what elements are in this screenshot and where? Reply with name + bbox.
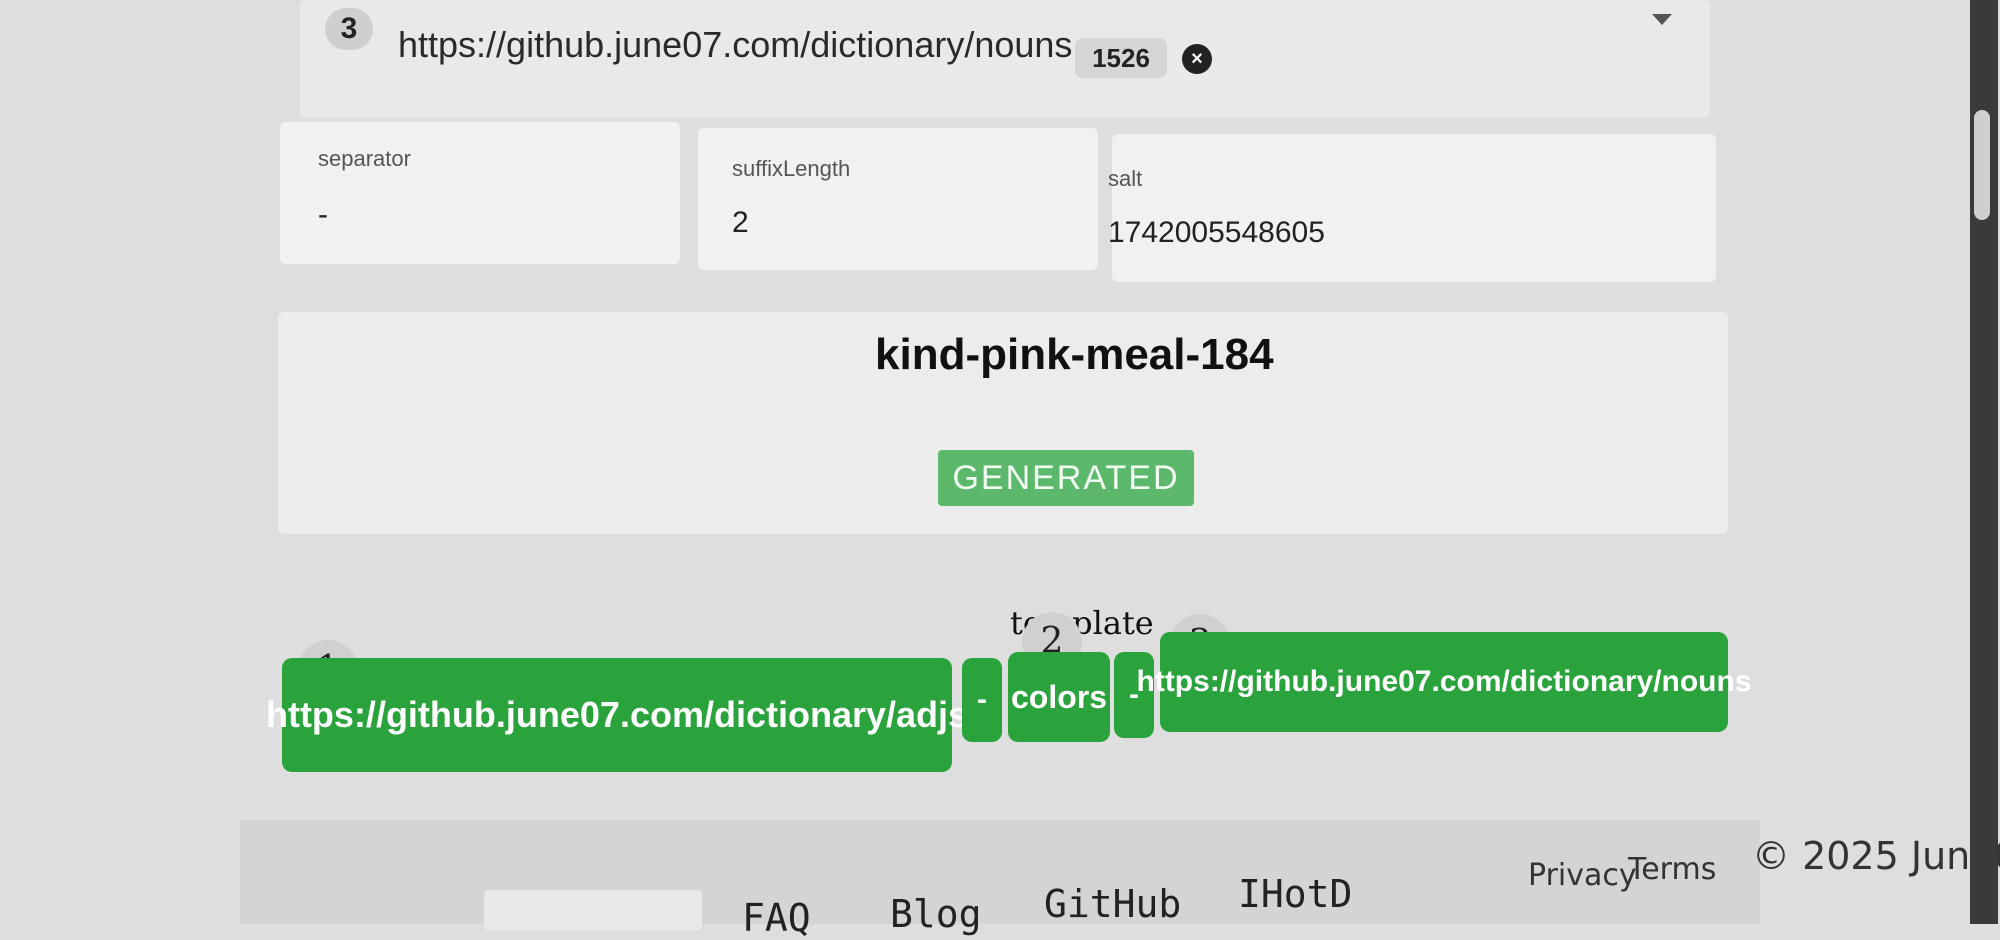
footer-link-terms[interactable]: Terms: [1628, 852, 1716, 887]
template-chip-adjs[interactable]: https://github.june07.com/dictionary/adj…: [266, 658, 968, 772]
footer-link-faq[interactable]: FAQ: [742, 896, 811, 940]
salt-field[interactable]: [1112, 134, 1716, 282]
footer-link-github[interactable]: GitHub: [1044, 882, 1181, 926]
footer-link-privacy[interactable]: Privacy: [1528, 858, 1637, 893]
chevron-down-icon[interactable]: [1652, 14, 1672, 25]
template-chip-colors[interactable]: colors: [1008, 652, 1110, 742]
template-separator-1[interactable]: -: [962, 658, 1002, 742]
suffix-length-value[interactable]: 2: [732, 206, 749, 240]
generated-word: kind-pink-meal-184: [875, 330, 1274, 379]
scrollbar-thumb[interactable]: [1974, 110, 1990, 220]
separator-value[interactable]: -: [318, 198, 328, 232]
word-count-badge: 1526: [1075, 38, 1167, 78]
footer-link-blog[interactable]: Blog: [890, 892, 982, 936]
salt-value[interactable]: 1742005548605: [1108, 216, 1325, 250]
separator-field[interactable]: [280, 122, 680, 264]
suffix-length-field[interactable]: [698, 128, 1098, 270]
suffix-length-label: suffixLength: [732, 156, 851, 181]
close-icon[interactable]: ×: [1182, 44, 1212, 74]
footer-search-box[interactable]: [484, 890, 702, 930]
slot-number-badge: 3: [325, 8, 373, 50]
footer-link-ihotd[interactable]: IHotD: [1238, 872, 1352, 916]
copyright: © 2025 June07: [1752, 834, 2000, 878]
generate-button[interactable]: GENERATED: [938, 450, 1194, 506]
template-chip-nouns[interactable]: https://github.june07.com/dictionary/nou…: [1137, 632, 1752, 732]
selected-dictionary-url: https://github.june07.com/dictionary/nou…: [398, 24, 1073, 65]
separator-label: separator: [318, 146, 411, 171]
salt-label: salt: [1108, 166, 1143, 191]
